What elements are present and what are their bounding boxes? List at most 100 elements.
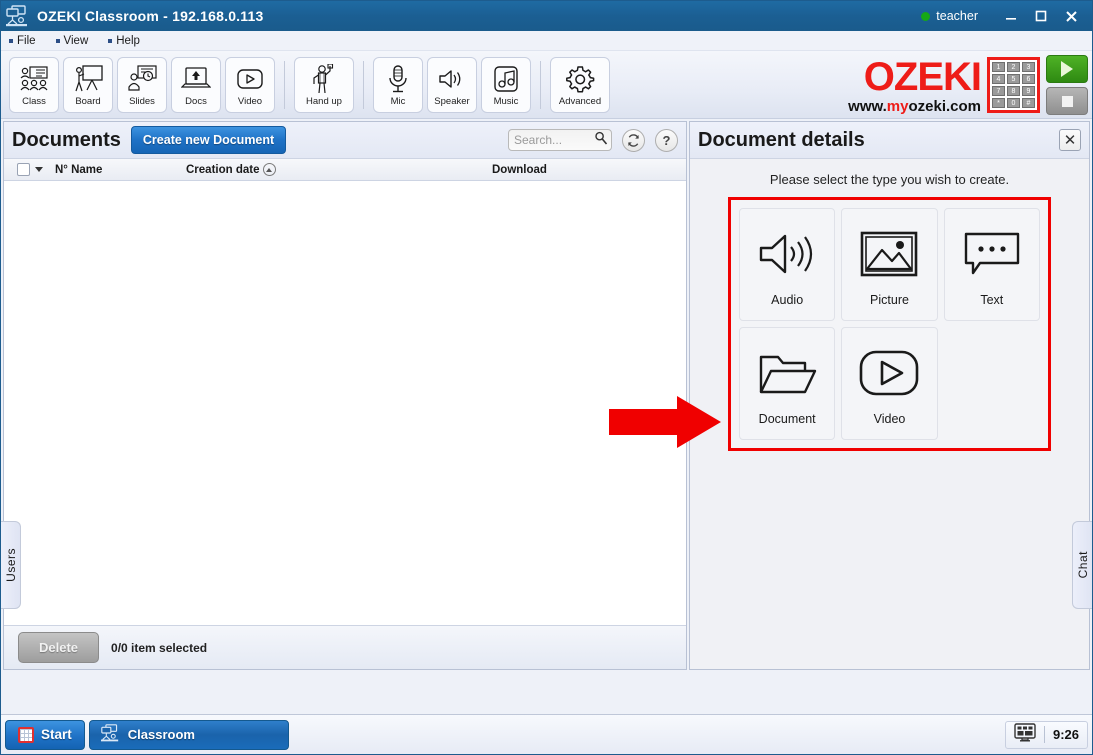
gear-icon — [565, 63, 595, 95]
search-box[interactable] — [508, 129, 612, 151]
keypad-key: 5 — [1007, 74, 1020, 84]
help-button[interactable]: ? — [655, 128, 678, 152]
keypad-key: 4 — [992, 74, 1005, 84]
toolbar-button-class[interactable]: Class — [9, 56, 59, 113]
play-button[interactable] — [1046, 55, 1088, 83]
create-new-document-button[interactable]: Create new Document — [130, 126, 287, 154]
type-option-video-label: Video — [873, 411, 906, 426]
maximize-button[interactable] — [1026, 3, 1056, 29]
sidebar-tab-users[interactable]: Users — [1, 521, 21, 609]
toolbar-button-advanced-label: Advanced — [558, 95, 602, 107]
brand-name: OZEKI — [863, 54, 982, 99]
type-option-audio-label: Audio — [771, 292, 804, 307]
start-grid-icon — [18, 726, 34, 743]
keypad-key: 7 — [992, 86, 1005, 96]
toolbar-button-hand-up[interactable]: Hand up — [294, 56, 354, 113]
picture-icon — [860, 223, 918, 285]
display-icon[interactable] — [1014, 722, 1036, 747]
column-header-creation-date-label: Creation date — [186, 163, 260, 176]
selection-status: 0/0 item selected — [111, 640, 208, 655]
minimize-button[interactable] — [996, 3, 1026, 29]
brand-url-accent: my — [886, 97, 909, 115]
close-details-button[interactable]: ✕ — [1059, 129, 1081, 151]
toolbar-separator — [363, 60, 364, 109]
menu-item-file-label: File — [17, 34, 36, 47]
toolbar-group-advanced: Advanced — [550, 56, 610, 113]
menu-bullet-icon — [9, 38, 13, 43]
music-icon — [493, 63, 519, 95]
type-option-text[interactable]: Text — [943, 208, 1040, 321]
refresh-button[interactable] — [622, 128, 645, 152]
column-header-download[interactable]: Download — [492, 164, 547, 176]
menu-item-file[interactable]: File — [9, 35, 36, 47]
document-details-panel: Document details ✕ Please select the typ… — [689, 121, 1090, 670]
menu-item-help[interactable]: Help — [108, 35, 140, 47]
keypad-key: 6 — [1022, 74, 1035, 84]
toolbar-button-video-label: Video — [237, 95, 263, 107]
hand-up-icon — [310, 63, 338, 95]
chevron-down-icon[interactable] — [35, 167, 43, 172]
type-option-document[interactable]: Document — [739, 327, 836, 440]
menu-item-view-label: View — [63, 34, 89, 47]
type-option-document-label: Document — [758, 411, 816, 426]
toolbar-button-docs-label: Docs — [185, 95, 207, 107]
window-title-app: OZEKI Classroom — [37, 8, 160, 24]
toolbar-button-board[interactable]: Board — [63, 56, 113, 113]
keypad-key: * — [992, 98, 1005, 108]
toolbar-button-mic[interactable]: Mic — [373, 56, 423, 113]
text-bubble-icon — [963, 223, 1021, 285]
type-option-text-label: Text — [980, 292, 1004, 307]
keypad-key: 9 — [1022, 86, 1035, 96]
play-icon — [1061, 61, 1073, 77]
clock: 9:26 — [1052, 727, 1079, 742]
class-icon — [19, 63, 49, 95]
stop-icon — [1061, 95, 1073, 107]
menu-item-view[interactable]: View — [55, 34, 89, 47]
sidebar-tab-chat-label: Chat — [1075, 551, 1090, 579]
taskbar: Start Classroom 9:26 — [1, 714, 1092, 754]
video-play-icon — [858, 342, 920, 404]
keypad-icon: 1 2 3 4 5 6 7 8 9 * 0 # — [987, 57, 1040, 113]
type-grid: Audio Picture Text Document Video — [739, 208, 1040, 440]
toolbar-button-advanced[interactable]: Advanced — [550, 56, 610, 113]
type-select-prompt: Please select the type you wish to creat… — [769, 172, 1010, 187]
menu-bullet-icon — [55, 38, 60, 43]
video-icon — [235, 63, 265, 95]
toolbar-button-slides[interactable]: Slides — [117, 56, 167, 113]
type-grid-empty-cell — [944, 327, 1040, 440]
folder-icon — [757, 342, 817, 404]
documents-panel: Documents Create new Document Search... … — [3, 121, 687, 670]
sort-ascending-icon — [262, 163, 276, 176]
toolbar-button-docs[interactable]: Docs — [171, 56, 221, 113]
documents-footer: Delete 0/0 item selected — [4, 625, 686, 669]
toolbar-button-speaker[interactable]: Speaker — [427, 56, 477, 113]
documents-header: Documents Create new Document Search... … — [4, 122, 686, 159]
close-button[interactable] — [1056, 3, 1086, 29]
toolbar-button-mic-label: Mic — [390, 95, 406, 107]
menu-bar: File View Help — [1, 31, 1092, 51]
delete-button[interactable]: Delete — [18, 632, 100, 663]
search-input[interactable] — [514, 133, 594, 147]
column-header-creation-date[interactable]: Creation date — [186, 163, 276, 176]
status-dot-icon — [921, 11, 931, 21]
stop-button[interactable] — [1046, 87, 1088, 115]
taskbar-item-classroom[interactable]: Classroom — [88, 719, 289, 750]
sidebar-tab-chat[interactable]: Chat — [1072, 521, 1092, 609]
type-option-audio[interactable]: Audio — [739, 208, 836, 321]
toolbar-button-music[interactable]: Music — [481, 56, 531, 113]
user-name: teacher — [936, 9, 978, 23]
start-button[interactable]: Start — [5, 719, 85, 750]
toolbar-button-board-label: Board — [75, 95, 101, 107]
toolbar-button-video[interactable]: Video — [225, 56, 275, 113]
keypad-key: 0 — [1007, 98, 1020, 108]
select-all-checkbox[interactable] — [17, 163, 30, 176]
documents-list — [4, 181, 686, 625]
keypad-key: # — [1022, 98, 1035, 108]
toolbar-button-class-label: Class — [22, 95, 46, 107]
search-icon — [594, 131, 608, 150]
type-option-video[interactable]: Video — [841, 327, 938, 440]
column-header-name[interactable]: N° Name — [55, 164, 102, 176]
toolbar-separator — [284, 60, 285, 109]
type-option-picture[interactable]: Picture — [841, 208, 938, 321]
title-bar: OZEKI Classroom - 192.168.0.113 teacher — [1, 1, 1092, 31]
